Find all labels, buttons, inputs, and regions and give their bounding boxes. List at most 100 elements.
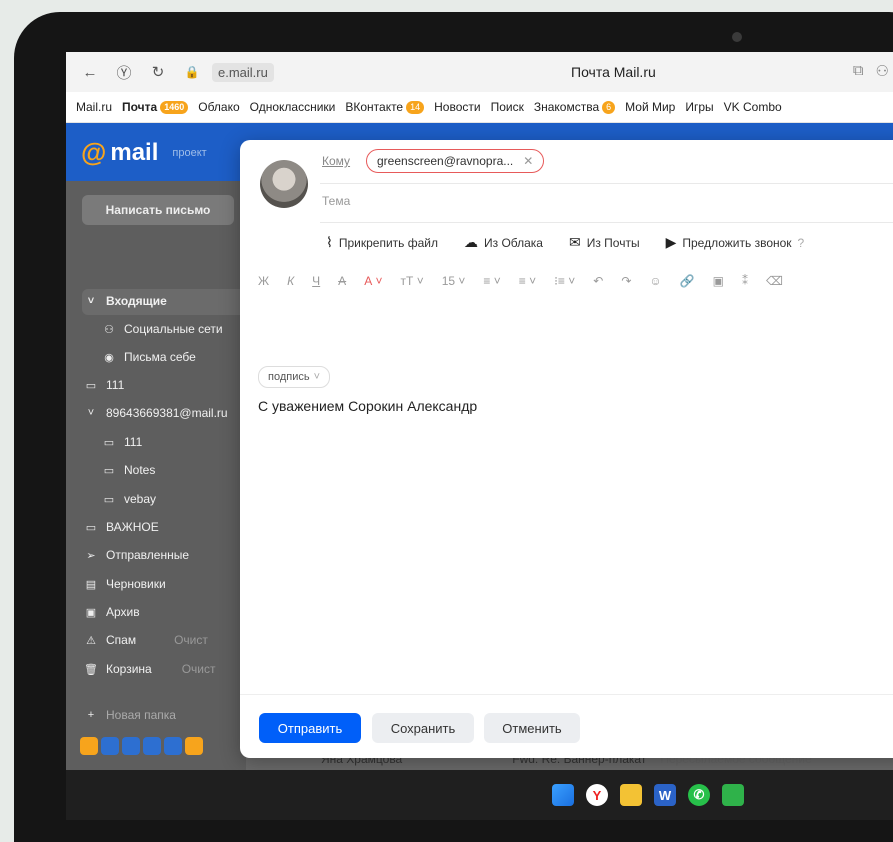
vk-count-badge: 14 bbox=[406, 100, 425, 114]
portal-item-mymir[interactable]: Мой Мир bbox=[625, 100, 675, 114]
portal-item-dating[interactable]: Знакомства 6 bbox=[534, 100, 616, 114]
recipient-chip[interactable]: greenscreen@ravnopra... ✕ bbox=[366, 149, 545, 173]
cancel-button[interactable]: Отменить bbox=[484, 713, 580, 743]
link-icon[interactable]: 🔗 bbox=[680, 274, 695, 288]
webcam bbox=[732, 32, 742, 42]
folder-icon: ▭ bbox=[85, 379, 97, 392]
propose-call-button[interactable]: ▶ Предложить звонок? bbox=[666, 234, 805, 251]
tabs-icon[interactable]: ⧉ bbox=[853, 62, 864, 80]
back-icon[interactable]: ← bbox=[80, 62, 100, 82]
file-explorer-icon[interactable] bbox=[620, 784, 642, 806]
trash-icon: 🗑 bbox=[84, 663, 98, 676]
green-app-icon[interactable] bbox=[722, 784, 744, 806]
mail-logo[interactable]: @ mail проект bbox=[81, 137, 207, 168]
address-bar[interactable]: e.mail.ru bbox=[212, 62, 274, 82]
windows-start-icon[interactable] bbox=[552, 784, 574, 806]
indent-button[interactable]: ≡ ˅ bbox=[519, 274, 536, 288]
portal-item-vk[interactable]: ВКонтакте 14 bbox=[345, 100, 425, 114]
undo-icon[interactable]: ↶ bbox=[593, 274, 603, 288]
lock-icon: 🔒 bbox=[184, 65, 200, 79]
folder-important[interactable]: ▭ ВАЖНОЕ bbox=[84, 520, 159, 534]
archive-icon: ▣ bbox=[85, 606, 97, 619]
help-icon[interactable]: ? bbox=[798, 236, 805, 250]
app-icon[interactable] bbox=[101, 737, 119, 755]
portal-item-oblako[interactable]: Облако bbox=[198, 100, 239, 114]
clear-format-icon[interactable]: ⌫ bbox=[766, 274, 783, 288]
page-title: Почта Mail.ru bbox=[571, 64, 656, 80]
app-icon[interactable] bbox=[143, 737, 161, 755]
clear-spam-link[interactable]: Очист bbox=[174, 633, 208, 647]
profile-icon[interactable]: ⚇ bbox=[876, 62, 889, 80]
send-button[interactable]: Отправить bbox=[259, 713, 361, 743]
yandex-browser-icon[interactable]: Y bbox=[586, 784, 608, 806]
mail-icon: ✉ bbox=[568, 234, 581, 250]
compose-button[interactable]: Написать письмо bbox=[82, 195, 234, 225]
folder-spam[interactable]: ⚠ Спам Очист bbox=[84, 633, 208, 647]
dating-count-badge: 6 bbox=[602, 100, 616, 114]
portal-item-games[interactable]: Игры bbox=[685, 100, 713, 114]
from-mail-button[interactable]: ✉ Из Почты bbox=[569, 234, 640, 251]
save-button[interactable]: Сохранить bbox=[372, 713, 474, 743]
app-icon[interactable] bbox=[164, 737, 182, 755]
portal-item-search[interactable]: Поиск bbox=[491, 100, 524, 114]
cloud-icon: ☁ bbox=[463, 234, 478, 250]
to-label[interactable]: Кому bbox=[322, 154, 350, 168]
folder-social[interactable]: ⚇ Социальные сети bbox=[102, 322, 223, 336]
folder-icon: ▭ bbox=[103, 436, 115, 449]
browser-actions: ⧉ ⚇ bbox=[853, 62, 889, 80]
folder-111[interactable]: ▭ 111 bbox=[84, 378, 124, 392]
list-button[interactable]: ⁝≡ ˅ bbox=[554, 274, 575, 288]
font-size-type-button[interactable]: тТ ˅ bbox=[401, 274, 424, 288]
paperclip-icon: ⌇ bbox=[326, 234, 333, 250]
underline-button[interactable]: Ч bbox=[312, 274, 320, 288]
font-size-select[interactable]: 15 ˅ bbox=[442, 274, 466, 288]
folder-drafts[interactable]: ▤ Черновики bbox=[84, 577, 166, 591]
close-icon[interactable]: ✕ bbox=[523, 154, 533, 168]
app-icon[interactable] bbox=[122, 737, 140, 755]
folder-notes[interactable]: ▭ Notes bbox=[102, 463, 156, 477]
word-icon[interactable]: W bbox=[654, 784, 676, 806]
text-color-button[interactable]: А ˅ bbox=[364, 274, 382, 288]
from-cloud-button[interactable]: ☁ Из Облака bbox=[464, 234, 543, 251]
compose-footer: Отправить Сохранить Отменить bbox=[240, 694, 893, 759]
portal-item-mailru[interactable]: Mail.ru bbox=[76, 100, 112, 114]
at-icon: @ bbox=[81, 137, 107, 167]
align-button[interactable]: ≡ ˅ bbox=[483, 274, 500, 288]
whatsapp-icon[interactable]: ✆ bbox=[688, 784, 710, 806]
compose-dialog: Кому greenscreen@ravnopra... ✕ Тема ⌇ При… bbox=[240, 140, 893, 758]
folder-sent[interactable]: ➢ Отправленные bbox=[84, 548, 189, 562]
image-icon[interactable]: ▣ bbox=[713, 274, 724, 288]
signature-text[interactable]: С уважением Сорокин Александр bbox=[258, 398, 477, 414]
divider bbox=[320, 222, 893, 223]
portal-item-ok[interactable]: Одноклассники bbox=[250, 100, 336, 114]
avatar bbox=[260, 160, 308, 208]
italic-button[interactable]: К bbox=[287, 274, 294, 288]
emoji-icon[interactable]: ☺ bbox=[649, 274, 661, 288]
reload-icon[interactable]: ↻ bbox=[148, 62, 168, 82]
template-icon[interactable]: ⁑ bbox=[742, 274, 748, 288]
strike-button[interactable]: А bbox=[338, 274, 346, 288]
folder-icon: ▭ bbox=[103, 464, 115, 477]
portal-item-news[interactable]: Новости bbox=[434, 100, 480, 114]
yandex-icon[interactable]: Ⓨ bbox=[114, 62, 134, 82]
redo-icon[interactable]: ↷ bbox=[621, 274, 631, 288]
self-icon: ◉ bbox=[104, 351, 114, 364]
bold-button[interactable]: Ж bbox=[258, 274, 269, 288]
subject-field[interactable]: Тема bbox=[322, 194, 350, 208]
folder-archive[interactable]: ▣ Архив bbox=[84, 605, 140, 619]
portal-item-pochta[interactable]: Почта 1460 bbox=[122, 100, 189, 114]
browser-title-bar: ← Ⓨ ↻ 🔒 e.mail.ru Почта Mail.ru ⧉ ⚇ bbox=[66, 52, 893, 92]
app-icon[interactable] bbox=[185, 737, 203, 755]
portal-item-vkcombo[interactable]: VK Combo bbox=[724, 100, 782, 114]
attach-file-button[interactable]: ⌇ Прикрепить файл bbox=[326, 234, 438, 251]
folder-vebay[interactable]: ▭ vebay bbox=[102, 492, 156, 506]
app-icon[interactable] bbox=[80, 737, 98, 755]
folder-sub-111[interactable]: ▭ 111 bbox=[102, 435, 142, 449]
folder-trash[interactable]: 🗑 Корзина Очист bbox=[84, 662, 216, 676]
new-folder-button[interactable]: + Новая папка bbox=[84, 708, 176, 722]
clear-trash-link[interactable]: Очист bbox=[182, 662, 216, 676]
signature-dropdown[interactable]: подпись ˅ bbox=[258, 366, 331, 388]
folder-inbox[interactable]: ˅ Входящие bbox=[84, 294, 167, 308]
folder-self[interactable]: ◉ Письма себе bbox=[102, 350, 196, 364]
folder-account[interactable]: ˅ 89643669381@mail.ru bbox=[84, 406, 228, 420]
